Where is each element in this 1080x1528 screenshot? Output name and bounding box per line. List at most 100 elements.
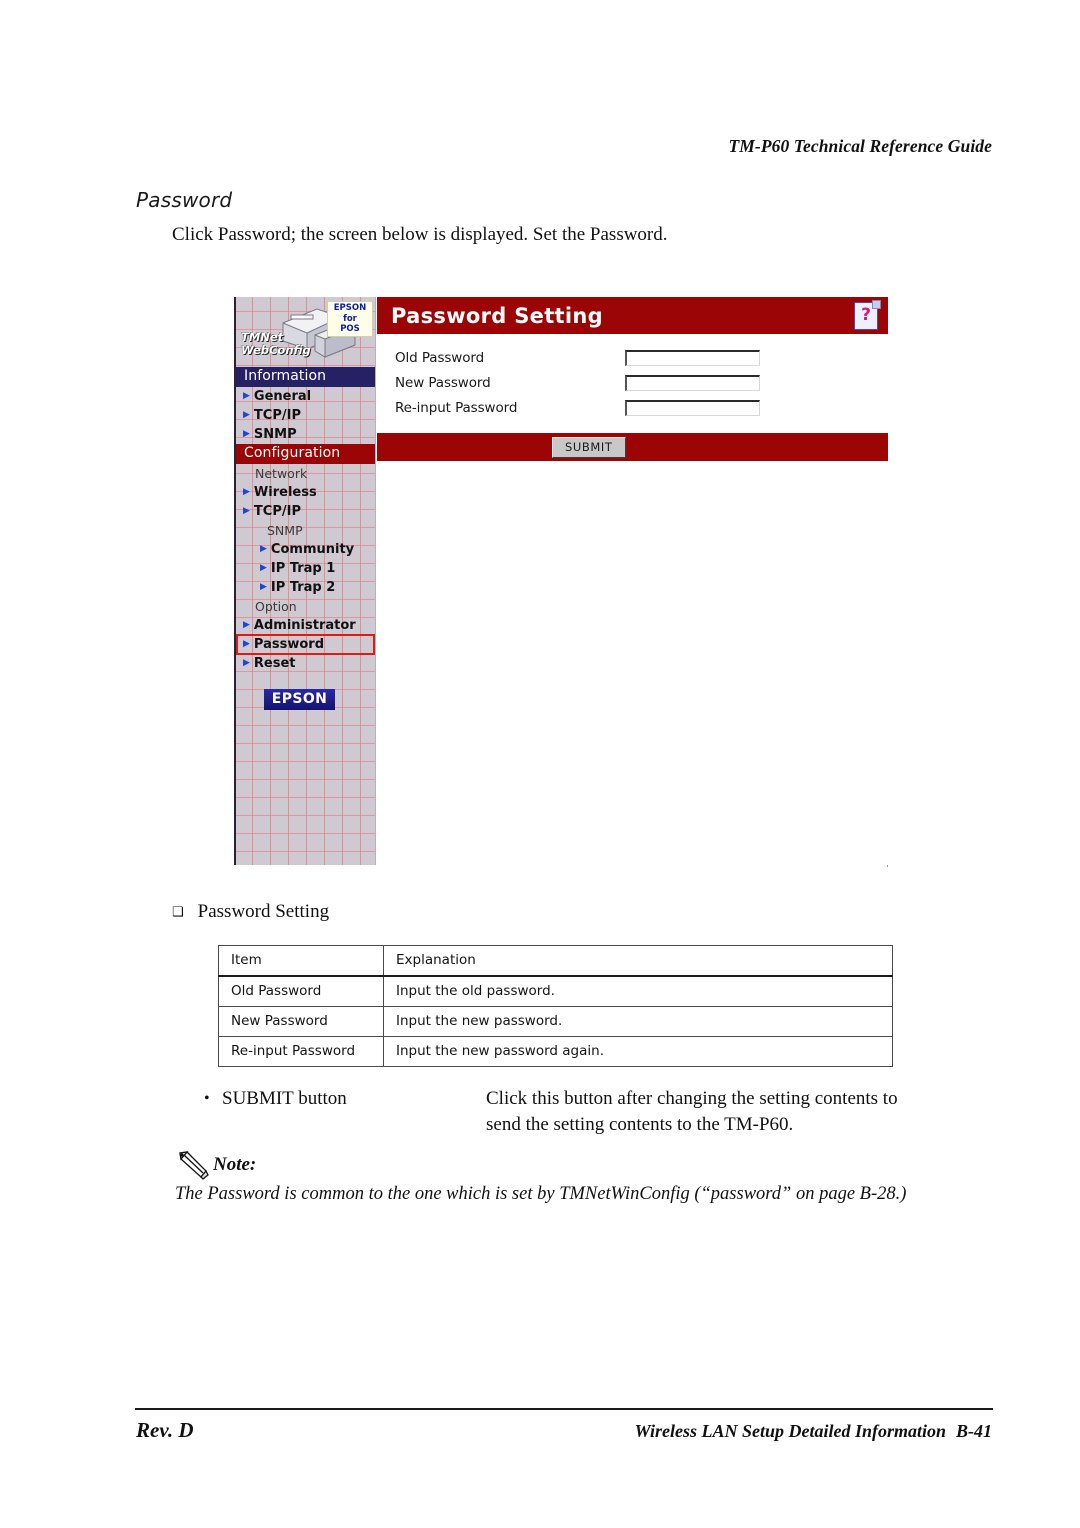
table-cell-item: Re-input Password (218, 1036, 384, 1067)
note-label: Note: (213, 1154, 257, 1175)
sidebar-item-general[interactable]: ▶ General (236, 387, 375, 406)
webconfig-content-pane: Password Setting ? Old Password New Pass… (377, 297, 888, 865)
submit-term: SUBMIT button (222, 1088, 347, 1109)
sidebar-item-info-tcpip[interactable]: ▶ TCP/IP (236, 406, 375, 425)
badge-line-pos: POS (340, 324, 360, 334)
arrow-right-icon: ▶ (243, 410, 250, 420)
arrow-right-icon: ▶ (243, 658, 250, 668)
footer-rule (135, 1408, 993, 1410)
sidebar-group-network: Network (255, 466, 308, 481)
sidebar-item-community[interactable]: ▶ Community (236, 540, 375, 559)
sidebar-item-label: Reset (253, 656, 296, 671)
form-row-new-password: New Password (377, 371, 888, 394)
note-block: Note: The Password is common to the one … (175, 1148, 985, 1205)
table-header-explanation: Explanation (383, 945, 893, 977)
table-row: New Password Input the new password. (218, 1006, 893, 1037)
webconfig-sidebar: EPSON for POS TMNet WebConfig Informatio… (234, 297, 376, 865)
pencil-icon (179, 1151, 209, 1180)
arrow-right-icon: ▶ (260, 563, 267, 573)
wordmark-tmnet: TMNet (241, 330, 284, 344)
table-cell-explanation: Input the new password again. (383, 1036, 893, 1067)
arrow-right-icon: ▶ (243, 391, 250, 401)
sidebar-section-header-information: Information (236, 367, 375, 387)
sidebar-group-snmp: SNMP (267, 523, 303, 538)
footer-section-label: Wireless LAN Setup Detailed Information B… (635, 1421, 992, 1442)
sidebar-item-label: IP Trap 2 (270, 580, 336, 595)
badge-line-for: for (343, 313, 357, 324)
submit-description-row: • SUBMIT button Click this button after … (204, 1086, 994, 1138)
sidebar-item-label: IP Trap 1 (270, 561, 336, 576)
sidebar-item-label: Administrator (253, 618, 356, 633)
arrow-right-icon: ▶ (243, 639, 250, 649)
reinput-password-label: Re-input Password (395, 399, 518, 416)
content-title-bar: Password Setting ? (377, 297, 888, 334)
sidebar-item-label: TCP/IP (253, 408, 301, 423)
bullet-heading-label: Password Setting (197, 901, 330, 922)
arrow-right-icon: ▶ (260, 582, 267, 592)
sidebar-item-label: Community (270, 542, 355, 557)
table-cell-explanation: Input the new password. (383, 1006, 893, 1037)
form-row-reinput-password: Re-input Password (377, 396, 888, 419)
running-head: TM-P60 Technical Reference Guide (728, 136, 992, 156)
bullet-heading-password-setting: ❑ Password Setting (172, 901, 329, 923)
arrow-right-icon: ▶ (243, 620, 250, 630)
table-row: Re-input Password Input the new password… (218, 1036, 893, 1067)
submit-description-line2: send the setting contents to the TM-P60. (486, 1114, 794, 1135)
square-bullet-icon: ❑ (172, 905, 184, 920)
sidebar-item-password[interactable]: ▶ Password (236, 634, 375, 655)
sidebar-item-label: TCP/IP (253, 504, 301, 519)
old-password-label: Old Password (395, 349, 485, 366)
epson-for-pos-badge: EPSON for POS (327, 301, 373, 337)
password-setting-form: Old Password New Password Re-input Passw… (377, 334, 888, 461)
sidebar-item-label: SNMP (253, 427, 297, 442)
sidebar-item-ip-trap-1[interactable]: ▶ IP Trap 1 (236, 559, 375, 578)
badge-line-epson: EPSON (333, 303, 367, 313)
password-setting-table: Item Explanation Old Password Input the … (218, 945, 893, 1067)
webconfig-screenshot-figure: EPSON for POS TMNet WebConfig Informatio… (234, 297, 888, 867)
arrow-right-icon: ▶ (243, 487, 250, 497)
submit-description-line1: Click this button after changing the set… (486, 1088, 898, 1109)
sidebar-item-label: Wireless (253, 485, 317, 500)
submit-button-description: • SUBMIT button Click this button after … (204, 1086, 994, 1138)
new-password-label: New Password (395, 374, 491, 391)
table-cell-explanation: Input the old password. (383, 975, 893, 1007)
epson-logo: EPSON (264, 689, 335, 710)
sidebar-item-config-tcpip[interactable]: ▶ TCP/IP (236, 502, 375, 521)
sidebar-item-info-snmp[interactable]: ▶ SNMP (236, 425, 375, 444)
submit-description-text: Click this button after changing the set… (486, 1086, 994, 1138)
sidebar-item-label: General (253, 389, 312, 404)
table-row: Old Password Input the old password. (218, 975, 893, 1007)
note-text: The Password is common to the one which … (175, 1184, 907, 1204)
footer-revision: Rev. D (136, 1418, 194, 1442)
help-icon[interactable]: ? (854, 300, 881, 330)
sidebar-item-label: Password (253, 637, 325, 652)
new-password-input[interactable] (625, 374, 760, 391)
submit-button[interactable]: SUBMIT (552, 436, 626, 458)
reinput-password-input[interactable] (625, 399, 760, 416)
sidebar-item-ip-trap-2[interactable]: ▶ IP Trap 2 (236, 578, 375, 597)
bullet-dot-icon: • (204, 1090, 210, 1107)
footer-section-text: Wireless LAN Setup Detailed Information (634, 1421, 946, 1441)
note-label-line: Note: (175, 1148, 985, 1182)
old-password-input[interactable] (625, 349, 760, 366)
page-title: Password (136, 188, 233, 212)
arrow-right-icon: ▶ (243, 506, 250, 516)
table-cell-item: Old Password (218, 975, 384, 1007)
form-row-old-password: Old Password (377, 346, 888, 369)
arrow-right-icon: ▶ (243, 429, 250, 439)
table-cell-item: New Password (218, 1006, 384, 1037)
content-title: Password Setting (391, 303, 603, 328)
sidebar-brand-header: EPSON for POS TMNet WebConfig (236, 297, 375, 367)
intro-paragraph: Click Password; the screen below is disp… (172, 224, 668, 245)
arrow-right-icon: ▶ (260, 544, 267, 554)
sidebar-item-administrator[interactable]: ▶ Administrator (236, 616, 375, 635)
page-number: B-41 (956, 1421, 992, 1441)
sidebar-item-reset[interactable]: ▶ Reset (236, 654, 375, 673)
wordmark-webconfig: WebConfig (241, 342, 311, 357)
sidebar-item-wireless[interactable]: ▶ Wireless (236, 483, 375, 502)
table-header-row: Item Explanation (218, 945, 893, 977)
table-header-item: Item (218, 945, 384, 977)
sidebar-group-option: Option (255, 599, 297, 614)
submit-bar: SUBMIT (377, 433, 888, 461)
sidebar-section-header-configuration: Configuration (236, 444, 375, 464)
